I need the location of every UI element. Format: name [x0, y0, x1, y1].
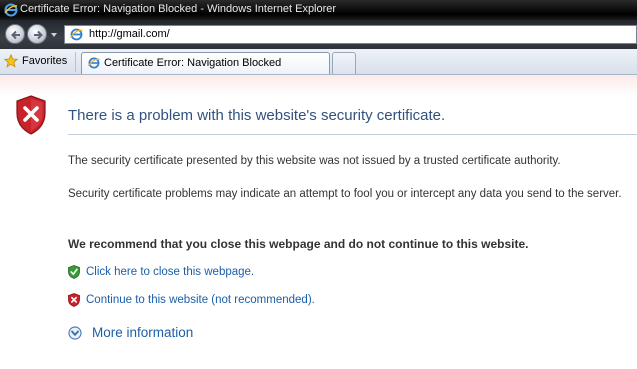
- shield-error-icon: [16, 95, 46, 135]
- tab-certificate-error[interactable]: Certificate Error: Navigation Blocked: [81, 52, 330, 74]
- navigation-bar: http://gmail.com/: [0, 20, 637, 49]
- expand-circle-icon: [68, 326, 82, 340]
- tab-label: Certificate Error: Navigation Blocked: [104, 57, 282, 69]
- forward-button[interactable]: [27, 24, 47, 44]
- ie-icon: [4, 3, 18, 17]
- star-icon: [4, 54, 18, 68]
- back-arrow-icon: [11, 30, 20, 40]
- page-icon: [88, 57, 100, 69]
- toolbar-divider: [75, 52, 76, 72]
- page-title: There is a problem with this website's s…: [68, 107, 446, 124]
- more-information-link[interactable]: More information: [92, 325, 193, 340]
- page-icon: [70, 28, 83, 41]
- back-button[interactable]: [5, 24, 25, 44]
- new-tab-button[interactable]: [332, 52, 356, 74]
- warning-text: Security certificate problems may indica…: [68, 188, 622, 200]
- divider: [68, 134, 637, 135]
- certificate-error-page: There is a problem with this website's s…: [0, 75, 637, 369]
- red-shield-x-icon: [68, 293, 80, 307]
- address-bar[interactable]: http://gmail.com/: [64, 25, 637, 44]
- window-title: Certificate Error: Navigation Blocked - …: [20, 3, 337, 15]
- address-url[interactable]: http://gmail.com/: [89, 28, 170, 40]
- green-shield-check-icon: [68, 265, 80, 279]
- forward-arrow-icon: [34, 30, 43, 40]
- recommendation-text: We recommend that you close this webpage…: [68, 237, 529, 251]
- continue-website-link[interactable]: Continue to this website (not recommende…: [86, 294, 315, 306]
- window-title-bar: Certificate Error: Navigation Blocked - …: [0, 0, 637, 20]
- explanation-text: The security certificate presented by th…: [68, 155, 561, 167]
- favorites-bar: Favorites Certificate Error: Navigation …: [0, 49, 637, 75]
- close-webpage-link[interactable]: Click here to close this webpage.: [86, 266, 254, 278]
- chevron-down-icon[interactable]: [50, 31, 58, 39]
- favorites-label: Favorites: [22, 55, 68, 67]
